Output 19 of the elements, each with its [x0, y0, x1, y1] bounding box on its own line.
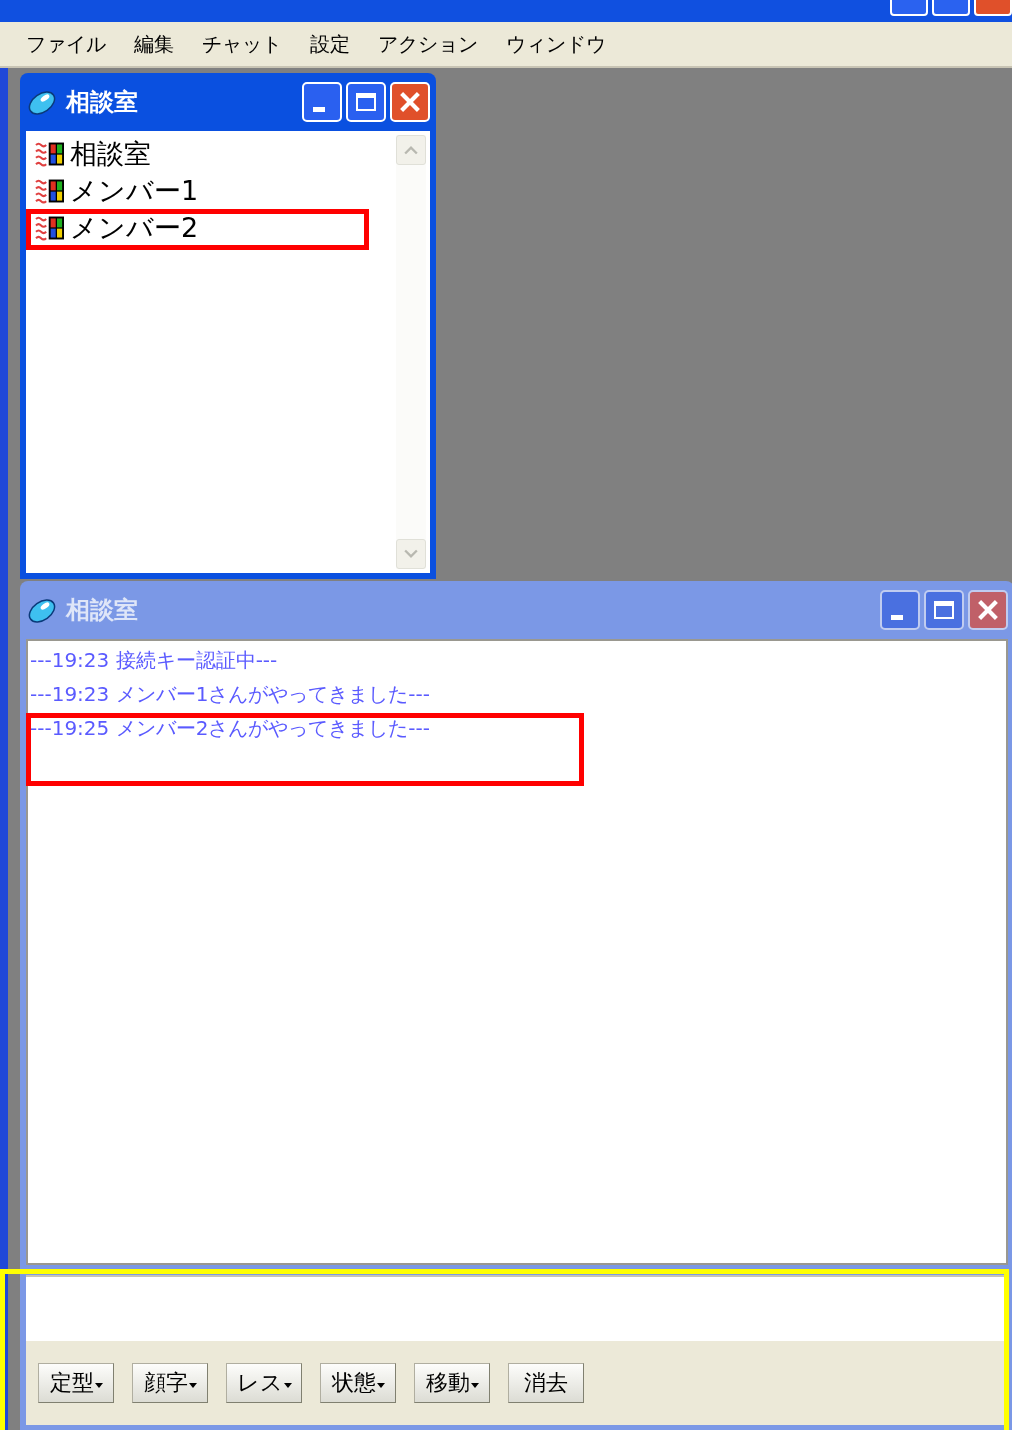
- menu-item[interactable]: チャット: [202, 30, 282, 58]
- menu-item[interactable]: 設定: [310, 30, 350, 58]
- scrollbar[interactable]: [396, 135, 426, 569]
- window-title: 相談室: [66, 87, 139, 118]
- log-message: ---19:23 メンバー1さんがやってきました---: [30, 681, 432, 708]
- close-icon: [976, 598, 1000, 622]
- menu-item[interactable]: 編集: [134, 30, 174, 58]
- scroll-down-icon: [404, 549, 418, 559]
- log-message: ---19:25 メンバー2さんがやってきました---: [30, 715, 432, 742]
- close-icon: [398, 90, 422, 114]
- window-title: 相談室: [66, 595, 139, 626]
- log-message: ---19:23 接続キー認証中---: [30, 647, 279, 674]
- scroll-up-icon: [404, 145, 418, 155]
- list-item[interactable]: メンバー2: [70, 209, 199, 246]
- menu-item[interactable]: ウィンドウ: [506, 30, 606, 58]
- list-item[interactable]: 相談室: [70, 135, 151, 172]
- menu-item[interactable]: ファイル: [26, 30, 106, 58]
- menu-item[interactable]: アクション: [378, 30, 478, 58]
- list-item[interactable]: メンバー1: [70, 172, 199, 209]
